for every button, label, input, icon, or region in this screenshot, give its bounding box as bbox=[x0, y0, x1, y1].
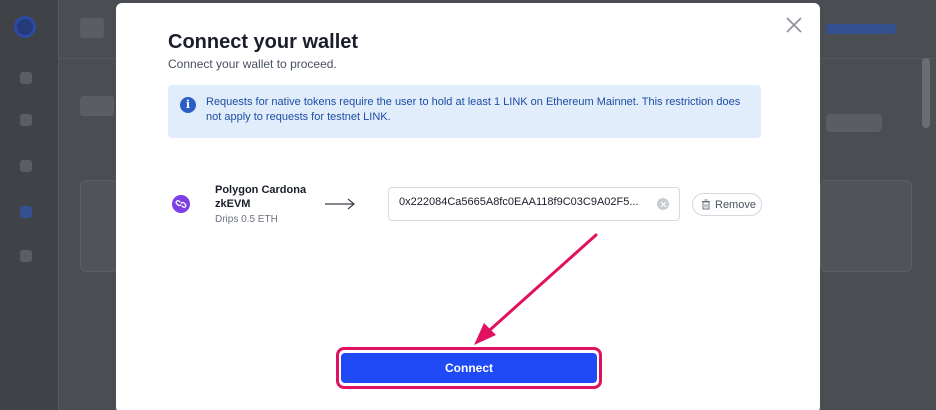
page: Connect your wallet Connect your wallet … bbox=[0, 0, 936, 410]
background-nav-icon bbox=[20, 114, 32, 126]
info-message: Requests for native tokens require the u… bbox=[206, 96, 741, 123]
trash-icon bbox=[702, 199, 710, 209]
close-icon[interactable] bbox=[784, 15, 804, 35]
connect-wallet-modal: Connect your wallet Connect your wallet … bbox=[116, 3, 820, 410]
background-scrollbar bbox=[922, 58, 930, 128]
arrow-right-icon bbox=[325, 198, 355, 210]
info-icon: i bbox=[180, 97, 196, 113]
remove-label: Remove bbox=[715, 198, 756, 211]
network-name: Polygon Cardona zkEVM bbox=[215, 184, 307, 210]
background-nav-icon bbox=[20, 250, 32, 262]
background-card bbox=[820, 180, 912, 272]
modal-title: Connect your wallet bbox=[168, 31, 359, 53]
info-banner: i Requests for native tokens require the… bbox=[168, 85, 761, 138]
network-drips: Drips 0.5 ETH bbox=[215, 214, 278, 225]
connect-button[interactable]: Connect bbox=[341, 353, 597, 383]
modal-subtitle: Connect your wallet to proceed. bbox=[168, 57, 337, 71]
background-title bbox=[80, 18, 104, 38]
background-nav-icon bbox=[20, 72, 32, 84]
background-pill bbox=[826, 114, 882, 132]
background-heading bbox=[80, 96, 114, 116]
clear-icon[interactable] bbox=[657, 198, 669, 210]
background-link bbox=[826, 24, 896, 34]
remove-button[interactable]: Remove bbox=[692, 193, 762, 216]
background-sidebar bbox=[0, 0, 59, 410]
wallet-address-input[interactable] bbox=[399, 196, 639, 208]
background-nav-icon bbox=[20, 206, 32, 218]
wallet-address-field[interactable] bbox=[388, 187, 680, 221]
background-logo-icon bbox=[14, 16, 36, 38]
background-nav-icon bbox=[20, 160, 32, 172]
polygon-link-icon bbox=[172, 195, 190, 213]
background-card bbox=[80, 180, 118, 272]
